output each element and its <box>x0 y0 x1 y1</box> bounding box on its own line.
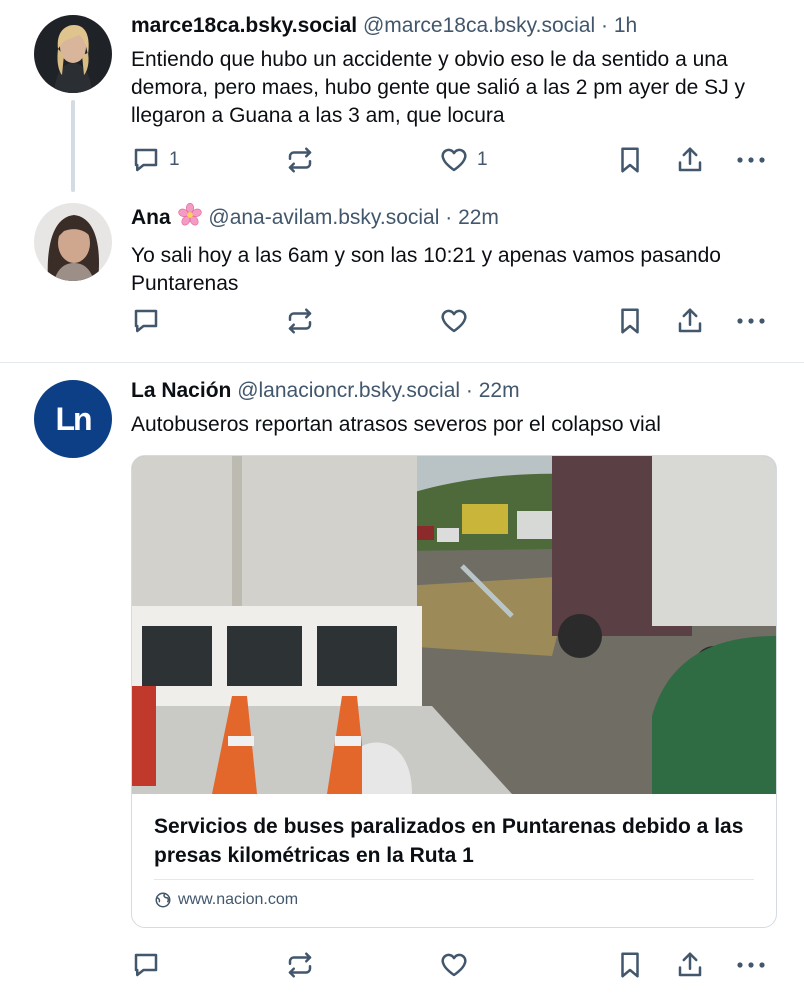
post-text: Yo sali hoy a las 6am y son las 10:21 y … <box>131 244 721 295</box>
repost-button[interactable] <box>285 950 315 980</box>
like-button[interactable] <box>439 306 469 336</box>
more-icon <box>737 157 765 163</box>
share-button[interactable] <box>675 950 705 980</box>
card-domain-text: www.nacion.com <box>178 891 299 908</box>
heart-icon <box>441 309 467 333</box>
post-lanacion[interactable]: Ln La Nación @lanacioncr.bsky.social · 2… <box>0 363 804 1000</box>
card-domain[interactable]: www.nacion.com <box>154 891 298 909</box>
reply-button[interactable]: 1 <box>131 145 180 175</box>
cherry-blossom-icon <box>177 202 203 235</box>
display-name[interactable]: marce18ca.bsky.social <box>131 14 357 37</box>
handle[interactable]: @marce18ca.bsky.social <box>363 14 595 37</box>
reply-icon <box>134 953 158 977</box>
post-text: Autobuseros reportan atrasos severos por… <box>131 413 661 436</box>
like-button[interactable]: 1 <box>439 145 488 175</box>
post-ana[interactable]: Ana @ana-avilam.bsky.social · 22m Yo sal… <box>0 185 804 362</box>
bookmark-button[interactable] <box>615 145 645 175</box>
repost-icon <box>288 308 312 334</box>
reply-icon <box>134 309 158 333</box>
post-marce[interactable]: marce18ca.bsky.social @marce18ca.bsky.so… <box>0 0 804 192</box>
repost-button[interactable] <box>285 306 315 336</box>
separator: · <box>600 14 608 37</box>
reply-button[interactable] <box>131 950 161 980</box>
display-name[interactable]: Ana <box>131 206 171 229</box>
timestamp[interactable]: 1h <box>614 14 637 37</box>
post-text: Entiendo que hubo un accidente y obvio e… <box>131 48 746 127</box>
bookmark-icon <box>621 147 639 173</box>
thread-line <box>71 100 75 192</box>
share-icon <box>678 308 702 333</box>
bookmark-button[interactable] <box>615 950 645 980</box>
card-divider <box>154 879 754 880</box>
share-button[interactable] <box>675 306 705 336</box>
card-title[interactable]: Servicios de buses paralizados en Puntar… <box>154 812 754 870</box>
bookmark-icon <box>621 308 639 334</box>
globe-icon <box>155 892 171 908</box>
timestamp[interactable]: 22m <box>479 379 520 402</box>
separator: · <box>445 206 453 229</box>
link-card[interactable]: Servicios de buses paralizados en Puntar… <box>131 455 777 928</box>
repost-icon <box>288 952 312 978</box>
more-options-button[interactable] <box>734 306 768 336</box>
bookmark-button[interactable] <box>615 306 645 336</box>
like-count: 1 <box>477 149 488 170</box>
handle[interactable]: @lanacioncr.bsky.social <box>237 379 460 402</box>
repost-button[interactable] <box>285 145 315 175</box>
like-button[interactable] <box>439 950 469 980</box>
timestamp[interactable]: 22m <box>458 206 499 229</box>
more-icon <box>737 962 765 968</box>
bookmark-icon <box>621 952 639 978</box>
more-icon <box>737 318 765 324</box>
heart-icon <box>441 953 467 977</box>
card-thumbnail <box>132 456 776 794</box>
reply-count: 1 <box>169 149 180 170</box>
reply-icon <box>134 148 158 172</box>
more-options-button[interactable] <box>734 145 768 175</box>
handle[interactable]: @ana-avilam.bsky.social <box>208 206 439 229</box>
reply-button[interactable] <box>131 306 161 336</box>
heart-icon <box>441 148 467 172</box>
display-name[interactable]: La Nación <box>131 379 231 402</box>
avatar[interactable] <box>34 15 112 93</box>
avatar[interactable]: Ln <box>34 380 112 458</box>
separator: · <box>465 379 473 402</box>
share-icon <box>678 147 702 172</box>
avatar[interactable] <box>34 203 112 281</box>
repost-icon <box>288 147 312 173</box>
share-button[interactable] <box>675 145 705 175</box>
share-icon <box>678 952 702 977</box>
avatar-logo-text: Ln <box>55 400 92 437</box>
more-options-button[interactable] <box>734 950 768 980</box>
